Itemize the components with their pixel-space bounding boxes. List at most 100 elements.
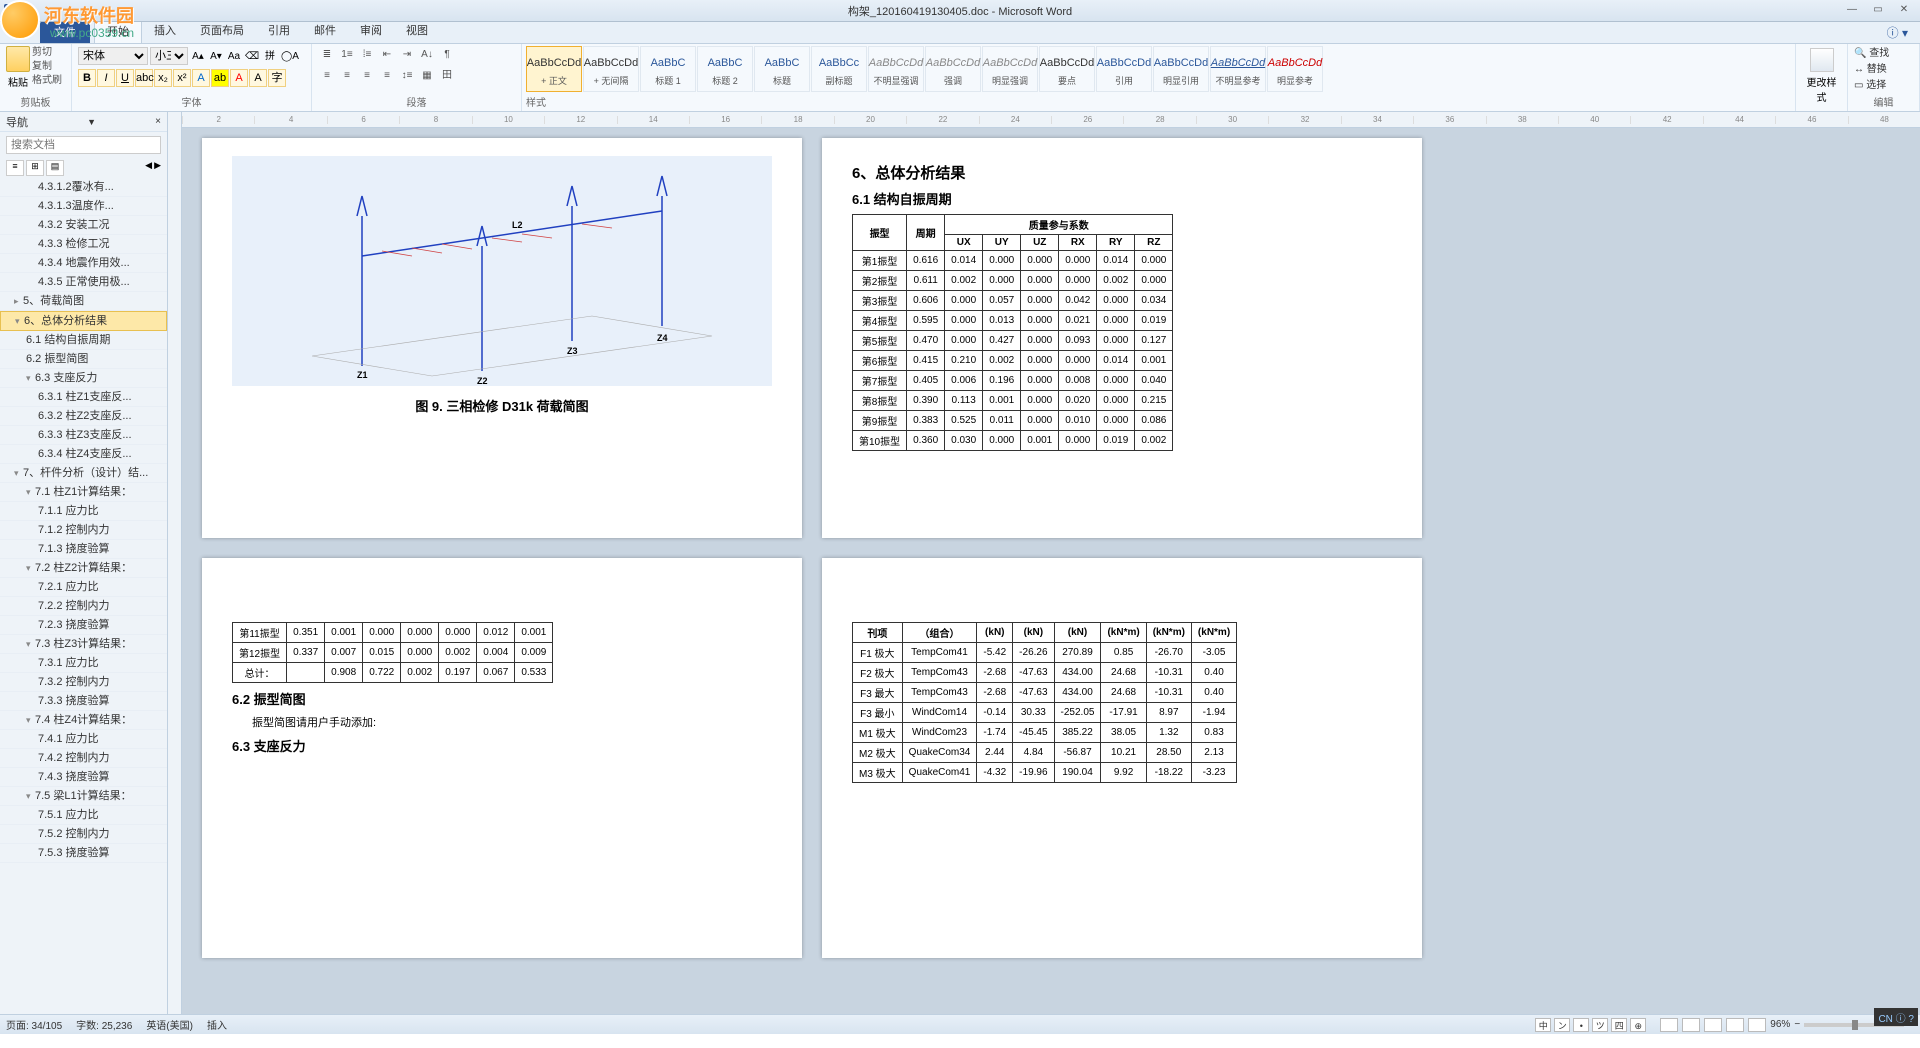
style-+ 正文[interactable]: AaBbCcDd+ 正文 [526,46,582,92]
nav-close-button[interactable]: × [155,116,161,127]
align-left-button[interactable]: ≡ [318,67,336,85]
shrink-font-button[interactable]: A▾ [208,48,224,64]
nav-item[interactable]: ▸5、荷载简图 [0,292,167,311]
status-lang[interactable]: 英语(美国) [146,1017,193,1032]
char-shading-button[interactable]: 字 [268,69,286,87]
copy-button[interactable]: 复制 [32,60,62,74]
shading-button[interactable]: ▦ [418,67,436,85]
nav-item[interactable]: 7.3.3 挠度验算 [0,692,167,711]
nav-item[interactable]: ▾7.3 柱Z3计算结果： [0,635,167,654]
grow-font-button[interactable]: A▴ [190,48,206,64]
nav-item[interactable]: ▾7.5 梁L1计算结果： [0,787,167,806]
nav-item[interactable]: ▾7.4 柱Z4计算结果： [0,711,167,730]
strike-button[interactable]: abc [135,69,153,87]
bold-button[interactable]: B [78,69,96,87]
decrease-indent-button[interactable]: ⇤ [378,46,396,64]
nav-view-pages[interactable]: ⊞ [26,160,44,176]
increase-indent-button[interactable]: ⇥ [398,46,416,64]
view-outline[interactable] [1726,1018,1744,1032]
view-draft[interactable] [1748,1018,1766,1032]
document-area[interactable]: 2468101214161820222426283032343638404244… [182,112,1920,1014]
font-size-select[interactable]: 小三 [150,47,188,65]
nav-item[interactable]: 7.2.1 应力比 [0,578,167,597]
nav-item[interactable]: 7.4.3 挠度验算 [0,768,167,787]
nav-item[interactable]: 4.3.2 安装工况 [0,216,167,235]
nav-item[interactable]: 7.4.2 控制内力 [0,749,167,768]
style-不明显强调[interactable]: AaBbCcDd不明显强调 [868,46,924,92]
nav-dropdown-icon[interactable]: ▼ [87,117,96,127]
change-case-button[interactable]: Aa [226,48,242,64]
nav-item[interactable]: 7.1.2 控制内力 [0,521,167,540]
nav-item[interactable]: 7.1.1 应力比 [0,502,167,521]
nav-item[interactable]: ▾7、杆件分析（设计）结... [0,464,167,483]
style-标题 1[interactable]: AaBbC标题 1 [640,46,696,92]
close-button[interactable]: ✕ [1894,4,1914,18]
tray-icon[interactable]: ン [1554,1018,1570,1032]
view-print-layout[interactable] [1660,1018,1678,1032]
style-不明显参考[interactable]: AaBbCcDd不明显参考 [1210,46,1266,92]
tray-icon[interactable]: ツ [1592,1018,1608,1032]
view-fullscreen[interactable] [1682,1018,1700,1032]
enclose-button[interactable]: ◯A [280,48,296,64]
nav-item[interactable]: ▾6.3 支座反力 [0,369,167,388]
style-标题 2[interactable]: AaBbC标题 2 [697,46,753,92]
paste-button[interactable]: 粘贴 [6,46,30,89]
zoom-out-button[interactable]: − [1794,1019,1800,1030]
ime-bar[interactable]: CN ⓘ ? [1874,1008,1918,1026]
nav-item[interactable]: 7.3.2 控制内力 [0,673,167,692]
subscript-button[interactable]: x₂ [154,69,172,87]
maximize-button[interactable]: ▭ [1868,4,1888,18]
style-明显参考[interactable]: AaBbCcDd明显参考 [1267,46,1323,92]
nav-item[interactable]: 4.3.3 检修工况 [0,235,167,254]
tray-icon[interactable]: 四 [1611,1018,1627,1032]
nav-item[interactable]: 6.3.1 柱Z1支座反... [0,388,167,407]
multilevel-button[interactable]: ⁞≡ [358,46,376,64]
file-tab[interactable]: 文件 [40,21,90,43]
nav-item[interactable]: 7.4.1 应力比 [0,730,167,749]
style-明显引用[interactable]: AaBbCcDd明显引用 [1153,46,1209,92]
justify-button[interactable]: ≡ [378,67,396,85]
nav-item[interactable]: 6.1 结构自振周期 [0,331,167,350]
select-button[interactable]: ▭ 选择 [1854,78,1913,94]
style-强调[interactable]: AaBbCcDd强调 [925,46,981,92]
clear-format-button[interactable]: ⌫ [244,48,260,64]
nav-item[interactable]: 4.3.5 正常使用极... [0,273,167,292]
nav-item[interactable]: 4.3.1.3温度作... [0,197,167,216]
replace-button[interactable]: ↔ 替换 [1854,62,1913,78]
view-web[interactable] [1704,1018,1722,1032]
tray-icon[interactable]: 中 [1535,1018,1551,1032]
ribbon-help-icon[interactable]: ⓘ ▾ [1883,22,1912,43]
nav-item[interactable]: 7.2.2 控制内力 [0,597,167,616]
borders-button[interactable]: 田 [438,67,456,85]
nav-item[interactable]: 6.2 振型简图 [0,350,167,369]
find-button[interactable]: 🔍 查找 [1854,46,1913,62]
tray-icon[interactable]: • [1573,1018,1589,1032]
status-page[interactable]: 页面: 34/105 [6,1017,62,1032]
char-border-button[interactable]: A [249,69,267,87]
style-副标题[interactable]: AaBbCc副标题 [811,46,867,92]
nav-item[interactable]: ▾7.1 柱Z1计算结果： [0,483,167,502]
nav-item[interactable]: 6.3.4 柱Z4支座反... [0,445,167,464]
nav-item[interactable]: 7.2.3 挠度验算 [0,616,167,635]
align-right-button[interactable]: ≡ [358,67,376,85]
tray-icon[interactable]: ⊕ [1630,1018,1646,1032]
highlight-button[interactable]: ab [211,69,229,87]
line-spacing-button[interactable]: ↕≡ [398,67,416,85]
nav-item[interactable]: ▾7.2 柱Z2计算结果： [0,559,167,578]
bullets-button[interactable]: ≣ [318,46,336,64]
nav-item[interactable]: 6.3.2 柱Z2支座反... [0,407,167,426]
show-marks-button[interactable]: ¶ [438,46,456,64]
style-标题[interactable]: AaBbC标题 [754,46,810,92]
status-zoom[interactable]: 96% [1770,1019,1790,1030]
nav-item[interactable]: 6.3.3 柱Z3支座反... [0,426,167,445]
zoom-thumb[interactable] [1852,1020,1858,1030]
style-明显强调[interactable]: AaBbCcDd明显强调 [982,46,1038,92]
phonetic-button[interactable]: 拼 [262,48,278,64]
nav-item[interactable]: 7.5.1 应力比 [0,806,167,825]
nav-item[interactable]: 7.3.1 应力比 [0,654,167,673]
superscript-button[interactable]: x² [173,69,191,87]
style-+ 无间隔[interactable]: AaBbCcDd+ 无间隔 [583,46,639,92]
nav-view-results[interactable]: ▤ [46,160,64,176]
text-effects-button[interactable]: A [192,69,210,87]
nav-search-input[interactable] [6,136,161,154]
